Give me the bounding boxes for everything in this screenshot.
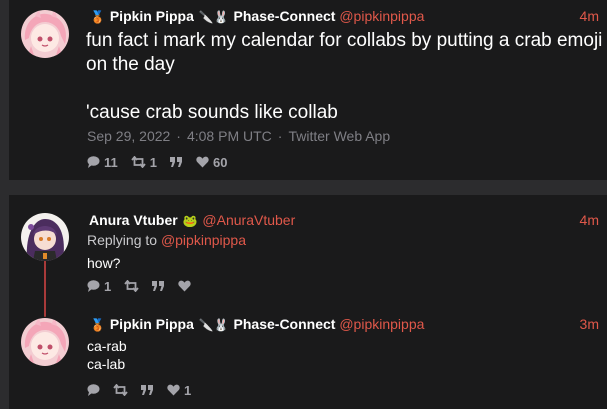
- author-name[interactable]: Anura Vtuber: [89, 212, 178, 228]
- tweet-header: Anura Vtuber 🐸 @AnuraVtuber 4m: [89, 212, 599, 232]
- tweet-timestamp[interactable]: 4m: [580, 212, 599, 228]
- tweet-actions: 11 1 60: [87, 153, 240, 171]
- tweet-source: Twitter Web App: [288, 128, 391, 144]
- reply-button[interactable]: [87, 384, 100, 396]
- retweet-icon: [131, 156, 146, 168]
- reply-thread-card: Anura Vtuber 🐸 @AnuraVtuber 4m Replying …: [9, 195, 607, 409]
- retweet-icon: [113, 384, 128, 396]
- avatar[interactable]: [21, 213, 69, 261]
- like-button[interactable]: 60: [196, 155, 227, 170]
- retweet-count: 1: [149, 154, 157, 170]
- tweet-text-line: how?: [87, 255, 121, 271]
- like-button[interactable]: 1: [167, 383, 191, 398]
- tweet-text-line: ca-rab: [87, 338, 127, 354]
- tweet-time[interactable]: 4:08 PM UTC: [187, 128, 272, 144]
- like-count: 60: [212, 154, 228, 170]
- replying-to: Replying to @pipkinpippa: [87, 232, 246, 248]
- reply-icon: [87, 156, 100, 168]
- tweet-timestamp[interactable]: 4m: [580, 8, 599, 24]
- author-handle[interactable]: @AnuraVtuber: [202, 212, 295, 228]
- tweet-actions: 1: [87, 277, 204, 295]
- like-button[interactable]: [178, 280, 191, 292]
- author-name[interactable]: Pipkin Pippa: [110, 316, 194, 332]
- tweet-thread: 🥉 Pipkin Pippa 🔪🐰 Phase-Connect @pipkinp…: [0, 0, 607, 409]
- main-tweet-card[interactable]: 🥉 Pipkin Pippa 🔪🐰 Phase-Connect @pipkinp…: [9, 0, 607, 180]
- avatar-purple-hair-icon: [21, 213, 69, 261]
- name-emoji-badges: 🔪🐰: [198, 10, 229, 24]
- tweet-text-line: ca-lab: [87, 356, 126, 372]
- author-org[interactable]: Phase-Connect: [234, 316, 336, 332]
- quote-icon: [169, 156, 182, 167]
- tweet-header: 🥉 Pipkin Pippa 🔪🐰 Phase-Connect @pipkinp…: [89, 316, 599, 336]
- retweet-button[interactable]: [113, 384, 128, 396]
- tweet-text-line: 'cause crab sounds like collab: [86, 102, 338, 123]
- quote-button[interactable]: [152, 280, 165, 292]
- reply-button[interactable]: 11: [87, 155, 118, 170]
- reply-icon: [87, 384, 100, 396]
- tweet-body: ca-rab ca-lab: [87, 337, 127, 373]
- frog-emoji-badge: 🐸: [182, 214, 198, 228]
- tweet-body: fun fact i mark my calendar for collabs …: [86, 29, 607, 125]
- retweet-button[interactable]: [124, 280, 139, 292]
- reply-count: 11: [104, 154, 118, 170]
- reply-count: 1: [104, 278, 112, 294]
- tweet-timestamp[interactable]: 3m: [580, 316, 599, 332]
- like-count: 1: [184, 382, 192, 398]
- medal-icon: 🥉: [90, 318, 105, 332]
- tweet-text-line: fun fact i mark my calendar for collabs …: [86, 30, 603, 75]
- heart-icon: [167, 384, 180, 396]
- replying-to-handle[interactable]: @pipkinpippa: [161, 232, 246, 248]
- quote-button[interactable]: [141, 384, 154, 396]
- author-handle[interactable]: @pipkinpippa: [339, 316, 424, 332]
- thread-connector-line: [44, 259, 46, 317]
- tweet-body: how?: [87, 254, 120, 272]
- quote-button[interactable]: [169, 156, 183, 168]
- avatar-pink-hair-icon: [21, 318, 69, 366]
- reply-icon: [87, 280, 100, 292]
- retweet-icon: [124, 280, 139, 292]
- tweet-actions: 1: [87, 381, 204, 399]
- avatar[interactable]: [21, 318, 69, 366]
- heart-icon: [196, 156, 209, 168]
- avatar-pink-hair-icon: [21, 10, 69, 58]
- name-emoji-badges: 🔪🐰: [198, 318, 229, 332]
- quote-icon: [141, 384, 153, 395]
- medal-icon: 🥉: [90, 10, 105, 24]
- avatar[interactable]: [21, 10, 69, 58]
- retweet-button[interactable]: 1: [131, 155, 157, 170]
- replying-to-label: Replying to: [87, 232, 158, 248]
- tweet-meta: Sep 29, 2022 · 4:08 PM UTC · Twitter Web App: [87, 128, 391, 144]
- tweet-header: 🥉 Pipkin Pippa 🔪🐰 Phase-Connect @pipkinp…: [89, 8, 599, 28]
- author-name[interactable]: Pipkin Pippa: [110, 8, 194, 24]
- reply-button[interactable]: 1: [87, 279, 111, 294]
- heart-icon: [178, 280, 191, 292]
- author-org[interactable]: Phase-Connect: [234, 8, 336, 24]
- tweet-date[interactable]: Sep 29, 2022: [87, 128, 170, 144]
- quote-icon: [152, 280, 165, 291]
- author-handle[interactable]: @pipkinpippa: [339, 8, 424, 24]
